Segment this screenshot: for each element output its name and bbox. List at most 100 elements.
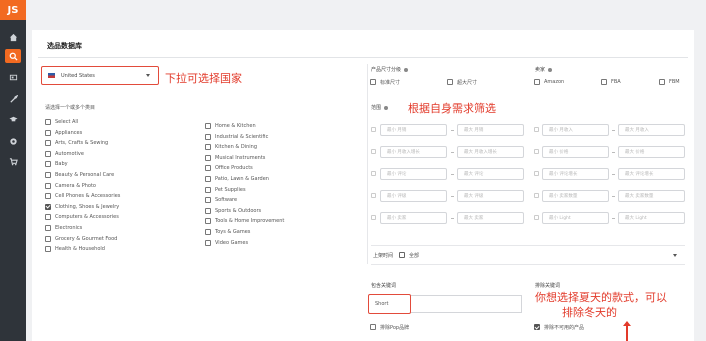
range-max-input[interactable]: 最大 Light (618, 212, 685, 224)
checkbox[interactable] (205, 133, 211, 140)
range-min-input[interactable]: 最小 月销 (380, 124, 447, 136)
seller-amazon-checkbox[interactable]: Amazon (534, 78, 564, 86)
category-checkbox[interactable]: Pet Supplies (205, 186, 246, 194)
size-oversize-checkbox[interactable]: 超大尺寸 (447, 78, 477, 86)
range-row-checkbox[interactable] (534, 127, 539, 132)
category-checkbox[interactable]: Musical Instruments (205, 154, 265, 162)
checkbox[interactable] (205, 165, 211, 172)
range-max-input[interactable]: 最大 月销 (457, 124, 524, 136)
listing-date-select[interactable]: 上架时间 全部 (371, 245, 685, 265)
category-checkbox[interactable]: Computers & Accessories (45, 213, 119, 221)
range-min-input[interactable]: 最小 评论 (380, 168, 447, 180)
category-checkbox[interactable]: Health & Household (45, 245, 105, 253)
checkbox[interactable] (45, 214, 51, 221)
range-max-input[interactable]: 最大 评论增长 (618, 168, 685, 180)
checkbox[interactable] (45, 129, 51, 136)
range-max-input[interactable]: 最大 卖家数量 (618, 190, 685, 202)
checkbox[interactable] (534, 324, 540, 330)
category-checkbox[interactable]: Software (205, 196, 237, 204)
checkbox[interactable] (45, 235, 51, 242)
category-checkbox[interactable]: Office Products (205, 164, 253, 172)
category-checkbox[interactable]: Baby (45, 160, 68, 168)
seller-fbm-checkbox[interactable]: FBM (659, 78, 680, 86)
range-max-input[interactable]: 最大 价格 (618, 146, 685, 158)
checkbox[interactable] (659, 79, 665, 85)
checkbox[interactable] (45, 193, 51, 200)
checkbox[interactable] (205, 176, 211, 182)
checkbox[interactable] (205, 123, 211, 129)
checkbox[interactable] (205, 197, 211, 204)
category-checkbox[interactable]: Beauty & Personal Care (45, 171, 114, 179)
home-icon[interactable] (5, 30, 21, 44)
range-max-input[interactable]: 最大 月收入增长 (457, 146, 524, 158)
category-checkbox[interactable]: Grocery & Gourmet Food (45, 235, 117, 243)
range-max-input[interactable]: 最大 月收入 (618, 124, 685, 136)
checkbox[interactable] (205, 186, 211, 193)
include-keywords-input[interactable]: Short (368, 294, 411, 314)
range-row-checkbox[interactable] (371, 149, 376, 154)
seller-fba-checkbox[interactable]: FBA (601, 78, 621, 86)
range-min-input[interactable]: 最小 月收入 (542, 124, 609, 136)
exclude-unavailable-checkbox[interactable]: 排除不可用的产品 (534, 323, 584, 331)
range-min-input[interactable]: 最小 评级 (380, 190, 447, 202)
checkbox[interactable] (45, 150, 51, 157)
checkbox[interactable] (45, 182, 51, 189)
checkbox[interactable] (45, 140, 51, 147)
range-min-input[interactable]: 最小 卖家 (380, 212, 447, 224)
range-min-input[interactable]: 最小 价格 (542, 146, 609, 158)
checkbox[interactable] (45, 203, 51, 210)
checkbox[interactable] (45, 225, 51, 231)
range-max-input[interactable]: 最大 评论 (457, 168, 524, 180)
category-checkbox[interactable]: Kitchen & Dining (205, 143, 257, 151)
settings-icon[interactable] (5, 134, 21, 148)
checkbox[interactable] (205, 218, 211, 225)
category-checkbox[interactable]: Clothing, Shoes & Jewelry (45, 203, 119, 211)
cart-icon[interactable] (5, 154, 21, 168)
range-max-input[interactable]: 最大 卖家 (457, 212, 524, 224)
range-row-checkbox[interactable] (371, 127, 376, 132)
range-row-checkbox[interactable] (371, 171, 376, 176)
category-checkbox[interactable]: Select All (45, 118, 78, 126)
range-min-input[interactable]: 最小 评论增长 (542, 168, 609, 180)
checkbox[interactable] (45, 172, 51, 178)
category-checkbox[interactable]: Tools & Home Improvement (205, 217, 284, 225)
graduation-icon[interactable] (5, 112, 21, 126)
range-min-input[interactable]: 最小 Light (542, 212, 609, 224)
category-checkbox[interactable]: Patio, Lawn & Garden (205, 175, 269, 183)
checkbox[interactable] (601, 79, 607, 85)
range-max-input[interactable]: 最大 评级 (457, 190, 524, 202)
tools-icon[interactable] (5, 92, 21, 106)
exclude-brand-checkbox[interactable]: 排除Pop品牌 (370, 323, 409, 331)
checkbox[interactable] (534, 79, 540, 85)
category-checkbox[interactable]: Camera & Photo (45, 182, 96, 190)
checkbox[interactable] (205, 229, 211, 235)
category-checkbox[interactable]: Toys & Games (205, 228, 250, 236)
checkbox[interactable] (205, 239, 211, 246)
checkbox[interactable] (45, 161, 51, 168)
category-checkbox[interactable]: Video Games (205, 239, 248, 247)
range-row-checkbox[interactable] (534, 215, 539, 220)
range-row-checkbox[interactable] (534, 193, 539, 198)
checkbox[interactable] (45, 119, 51, 125)
include-keywords-input-extension[interactable] (411, 295, 522, 313)
range-row-checkbox[interactable] (371, 215, 376, 220)
range-row-checkbox[interactable] (534, 149, 539, 154)
range-row-checkbox[interactable] (534, 171, 539, 176)
category-checkbox[interactable]: Cell Phones & Accessories (45, 192, 120, 200)
category-checkbox[interactable]: Industrial & Scientific (205, 133, 268, 141)
checkbox[interactable] (447, 79, 453, 85)
category-checkbox[interactable]: Electronics (45, 224, 82, 232)
category-checkbox[interactable]: Appliances (45, 129, 82, 137)
size-standard-checkbox[interactable]: 标准尺寸 (370, 78, 400, 86)
range-min-input[interactable]: 最小 月收入增长 (380, 146, 447, 158)
category-checkbox[interactable]: Home & Kitchen (205, 122, 256, 130)
category-checkbox[interactable]: Arts, Crafts & Sewing (45, 139, 108, 147)
range-min-input[interactable]: 最小 卖家数量 (542, 190, 609, 202)
checkbox[interactable] (370, 324, 376, 330)
country-select[interactable]: United States (41, 66, 159, 85)
category-checkbox[interactable]: Automotive (45, 150, 84, 158)
range-row-checkbox[interactable] (371, 193, 376, 198)
checkbox[interactable] (205, 154, 211, 161)
checkbox[interactable] (370, 79, 376, 85)
category-checkbox[interactable]: Sports & Outdoors (205, 207, 261, 215)
